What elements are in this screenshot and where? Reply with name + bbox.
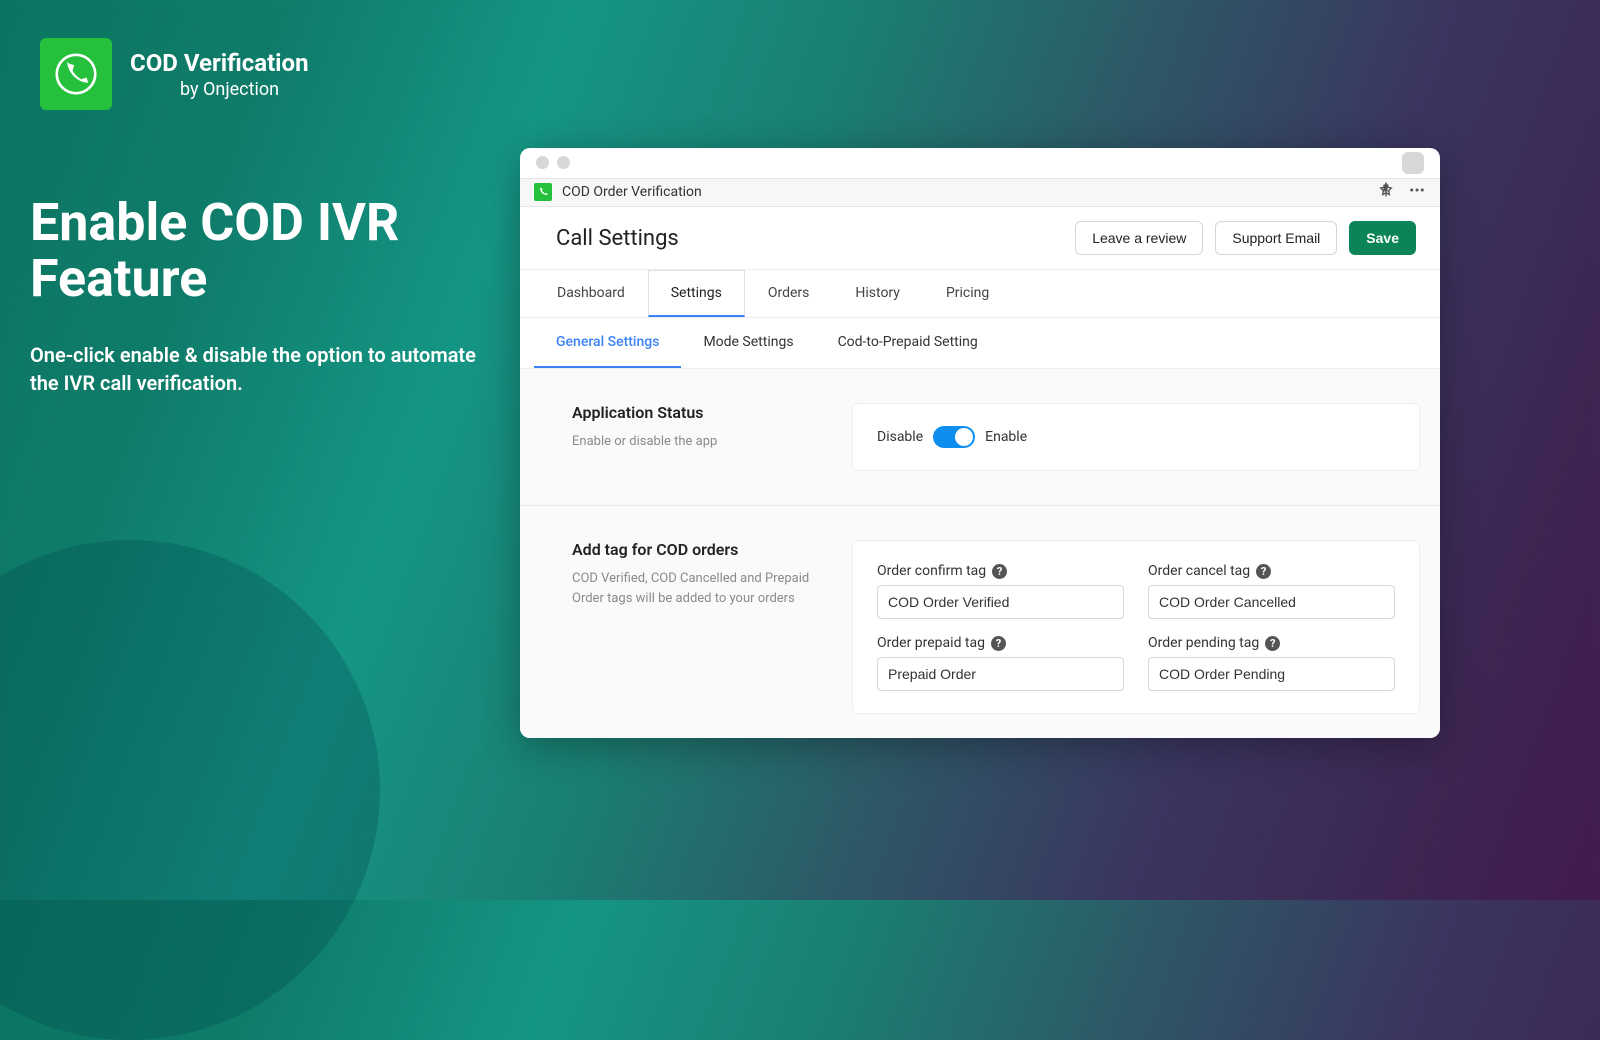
hero-block: Enable COD IVR Feature One-click enable … [30,195,490,397]
more-icon[interactable] [1408,181,1426,203]
phone-icon [534,183,552,201]
section-app-status: Application Status Enable or disable the… [520,369,1440,506]
app-window: COD Order Verification Call Settings Lea… [520,148,1440,738]
confirm-tag-input[interactable] [877,585,1124,619]
help-icon[interactable]: ? [992,564,1007,579]
section-tags: Add tag for COD orders COD Verified, COD… [520,506,1440,738]
section-description: COD Verified, COD Cancelled and Prepaid … [572,569,812,608]
tab-dashboard[interactable]: Dashboard [534,270,648,317]
pin-icon[interactable] [1378,182,1394,202]
section-title: Application Status [572,403,812,422]
field-label: Order prepaid tag [877,635,985,651]
help-icon[interactable]: ? [991,636,1006,651]
field-label: Order cancel tag [1148,563,1250,579]
tab-general-settings[interactable]: General Settings [534,318,681,368]
field-label: Order pending tag [1148,635,1259,651]
decorative-circle [0,540,380,1040]
section-description: Enable or disable the app [572,432,812,452]
tags-card: Order confirm tag ? Order cancel tag ? [852,540,1420,714]
status-card: Disable Enable [852,403,1420,471]
help-icon[interactable]: ? [1265,636,1280,651]
enable-toggle[interactable] [933,426,975,448]
save-button[interactable]: Save [1349,221,1416,255]
phone-icon [40,38,112,110]
tab-orders[interactable]: Orders [745,270,833,317]
tab-cod-prepaid[interactable]: Cod-to-Prepaid Setting [816,318,1000,368]
field-order-prepaid: Order prepaid tag ? [877,635,1124,691]
content-area: Application Status Enable or disable the… [520,369,1440,738]
field-order-pending: Order pending tag ? [1148,635,1395,691]
tab-mode-settings[interactable]: Mode Settings [681,318,815,368]
field-label: Order confirm tag [877,563,986,579]
traffic-light-dot[interactable] [557,156,570,169]
app-logo: COD Verification by Onjection [40,38,309,110]
window-control[interactable] [1402,152,1424,174]
logo-title: COD Verification [130,49,309,77]
hero-description: One-click enable & disable the option to… [30,341,490,397]
field-order-confirm: Order confirm tag ? [877,563,1124,619]
disable-label: Disable [877,429,923,445]
pending-tag-input[interactable] [1148,657,1395,691]
app-bar: COD Order Verification [520,178,1440,207]
prepaid-tag-input[interactable] [877,657,1124,691]
tab-history[interactable]: History [832,270,923,317]
enable-label: Enable [985,429,1027,445]
app-title: COD Order Verification [562,184,702,200]
window-titlebar [520,148,1440,178]
traffic-light-dot[interactable] [536,156,549,169]
hero-heading: Enable COD IVR Feature [30,195,490,307]
tab-settings[interactable]: Settings [648,270,745,317]
field-order-cancel: Order cancel tag ? [1148,563,1395,619]
section-title: Add tag for COD orders [572,540,812,559]
support-email-button[interactable]: Support Email [1215,221,1337,255]
primary-tabs: Dashboard Settings Orders History Pricin… [520,270,1440,318]
leave-review-button[interactable]: Leave a review [1075,221,1203,255]
logo-subtitle: by Onjection [180,79,309,100]
cancel-tag-input[interactable] [1148,585,1395,619]
tab-pricing[interactable]: Pricing [923,270,1012,317]
page-title: Call Settings [556,226,679,251]
secondary-tabs: General Settings Mode Settings Cod-to-Pr… [520,318,1440,369]
page-header: Call Settings Leave a review Support Ema… [520,207,1440,270]
help-icon[interactable]: ? [1256,564,1271,579]
